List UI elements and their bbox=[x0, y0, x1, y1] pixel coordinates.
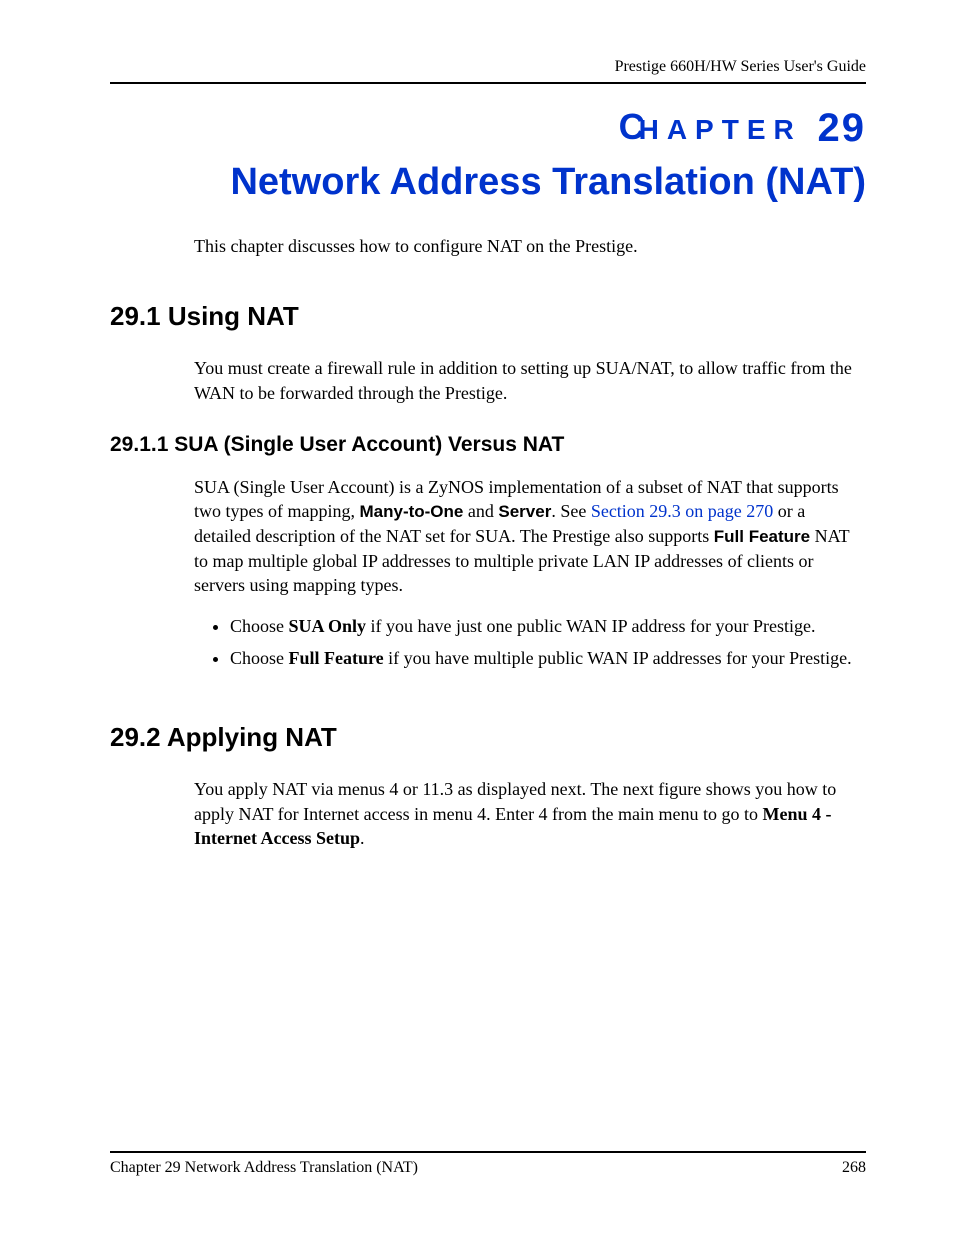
list-item: Choose SUA Only if you have just one pub… bbox=[230, 614, 866, 638]
footer-rule bbox=[110, 1151, 866, 1153]
section-29-1-para: You must create a firewall rule in addit… bbox=[194, 356, 866, 405]
bold-full-feature-2: Full Feature bbox=[289, 648, 384, 668]
header-rule bbox=[110, 82, 866, 84]
text-run: . See bbox=[551, 501, 591, 521]
section-29-1-1-para: SUA (Single User Account) is a ZyNOS imp… bbox=[194, 475, 866, 598]
section-29-1-1-heading: 29.1.1 SUA (Single User Account) Versus … bbox=[110, 433, 866, 457]
list-item: Choose Full Feature if you have multiple… bbox=[230, 646, 866, 670]
chapter-label: CHAPTER 29 bbox=[110, 106, 866, 151]
chapter-label-rest: HAPTER bbox=[639, 114, 802, 145]
xref-link[interactable]: Section 29.3 on page 270 bbox=[591, 501, 773, 521]
bold-sua-only: SUA Only bbox=[289, 616, 367, 636]
section-29-1-heading: 29.1 Using NAT bbox=[110, 301, 866, 332]
text-run: You apply NAT via menus 4 or 11.3 as dis… bbox=[194, 779, 836, 823]
bold-full-feature: Full Feature bbox=[714, 527, 810, 546]
chapter-number: 29 bbox=[818, 106, 867, 150]
section-29-2-para: You apply NAT via menus 4 or 11.3 as dis… bbox=[194, 777, 866, 850]
bullet-list: Choose SUA Only if you have just one pub… bbox=[194, 614, 866, 671]
text-run: Choose bbox=[230, 616, 289, 636]
text-run: . bbox=[360, 828, 365, 848]
footer-chapter-ref: Chapter 29 Network Address Translation (… bbox=[110, 1159, 418, 1177]
chapter-title: Network Address Translation (NAT) bbox=[110, 157, 866, 208]
page-footer: Chapter 29 Network Address Translation (… bbox=[110, 1151, 866, 1177]
page-number: 268 bbox=[842, 1159, 866, 1177]
text-run: if you have multiple public WAN IP addre… bbox=[384, 648, 852, 668]
section-29-2-heading: 29.2 Applying NAT bbox=[110, 722, 866, 753]
bold-many-to-one: Many-to-One bbox=[359, 502, 463, 521]
text-run: Choose bbox=[230, 648, 289, 668]
bold-server: Server bbox=[498, 502, 551, 521]
running-header: Prestige 660H/HW Series User's Guide bbox=[110, 58, 866, 76]
text-run: and bbox=[463, 501, 498, 521]
chapter-intro: This chapter discusses how to configure … bbox=[194, 236, 866, 257]
text-run: if you have just one public WAN IP addre… bbox=[366, 616, 815, 636]
